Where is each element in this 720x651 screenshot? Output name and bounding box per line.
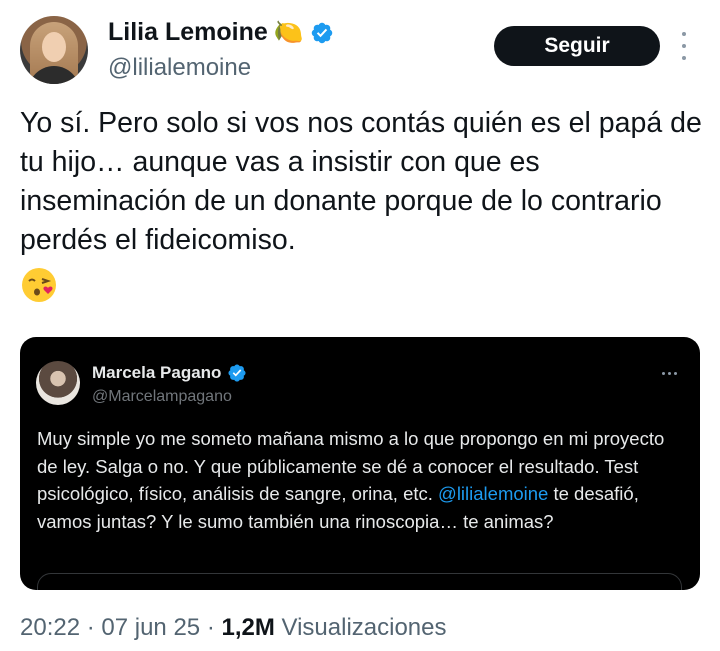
- quoted-tweet-card[interactable]: Marcela Pagano @Marcelampagano Muy simpl…: [20, 337, 700, 590]
- mention-link[interactable]: @lilialemoine: [438, 483, 548, 504]
- quoted-author-handle[interactable]: @Marcelampagano: [92, 388, 232, 406]
- tweet-time[interactable]: 20:22: [20, 614, 80, 641]
- tweet-date[interactable]: 07 jun 25: [101, 614, 200, 641]
- author-name-row: Lilia Lemoine 🍋: [108, 18, 334, 47]
- tweet-text: Yo sí. Pero solo si vos nos contás quién…: [20, 107, 702, 256]
- views-count: 1,2M: [221, 614, 275, 641]
- quoted-tweet-text: Muy simple yo me someto mañana mismo a l…: [37, 425, 677, 535]
- face-blowing-kiss-emoji-icon: [22, 268, 56, 302]
- author-display-name[interactable]: Lilia Lemoine: [108, 18, 268, 47]
- more-vertical-icon[interactable]: [678, 32, 690, 60]
- meta-separator: ·: [200, 614, 222, 641]
- verified-badge-icon: [311, 22, 332, 43]
- lemon-emoji: 🍋: [273, 18, 304, 46]
- meta-separator: ·: [80, 614, 102, 641]
- verified-badge-icon: [228, 364, 246, 382]
- quoted-author-avatar[interactable]: [36, 361, 80, 405]
- more-horizontal-icon[interactable]: [662, 372, 677, 375]
- author-avatar[interactable]: [20, 16, 88, 84]
- tweet-meta: 20:22 · 07 jun 25 · 1,2M Visualizaciones: [20, 614, 447, 642]
- follow-button[interactable]: Seguir: [494, 26, 660, 66]
- quoted-author-display-name[interactable]: Marcela Pagano: [92, 363, 221, 383]
- author-handle[interactable]: @lilialemoine: [108, 54, 251, 82]
- quoted-author-name-row: Marcela Pagano: [92, 363, 247, 383]
- quoted-inner-card[interactable]: [37, 573, 682, 590]
- views-label: Visualizaciones: [274, 614, 447, 641]
